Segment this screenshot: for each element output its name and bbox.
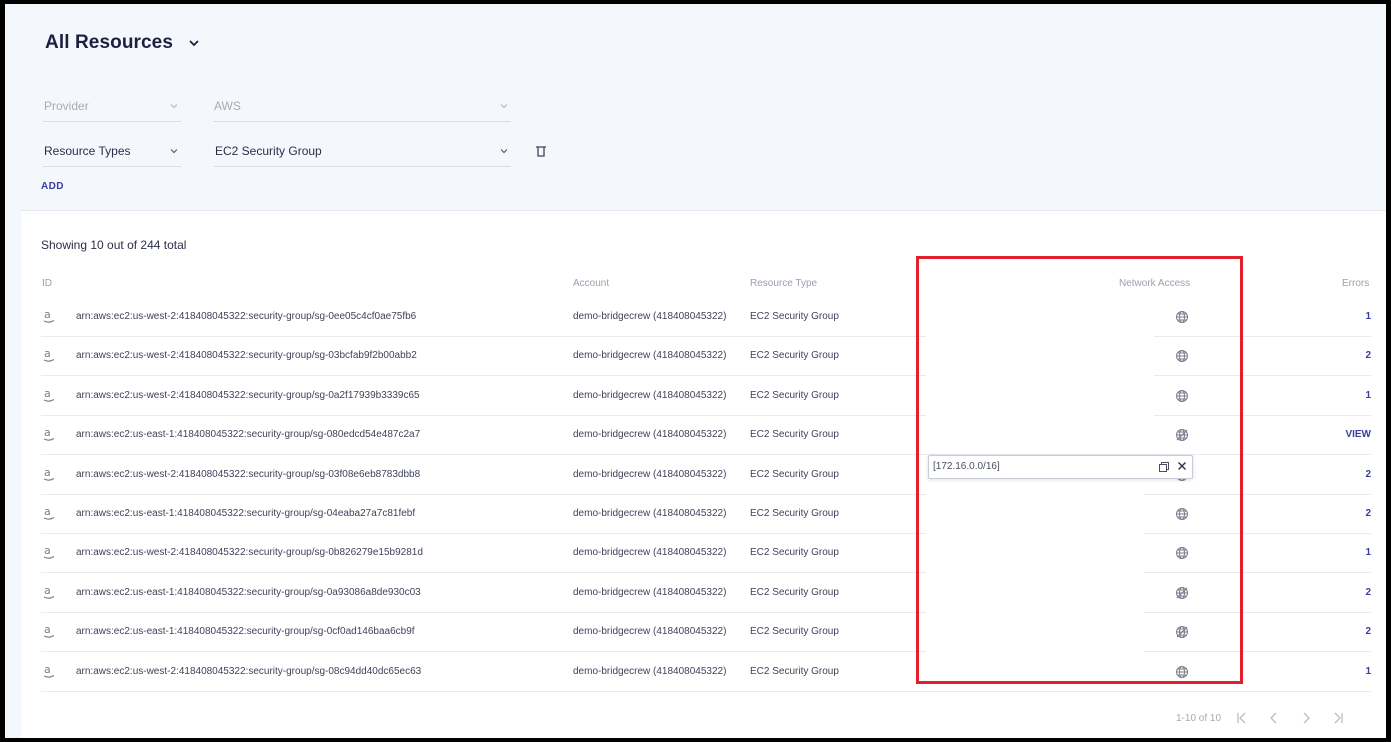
resource-type-cell: EC2 Security Group: [750, 586, 839, 598]
resource-id[interactable]: arn:aws:ec2:us-west-2:418408045322:secur…: [76, 390, 420, 401]
resource-type-value-select[interactable]: EC2 Security Group: [214, 143, 511, 167]
page-title: All Resources: [45, 32, 174, 53]
aws-logo-icon: a: [43, 308, 55, 323]
resource-type-cell: EC2 Security Group: [750, 311, 839, 322]
account-cell: demo-bridgecrew (418408045322): [573, 468, 727, 480]
account-cell: demo-bridgecrew (418408045322): [573, 508, 727, 519]
column-header-resource-type[interactable]: Resource Type: [750, 278, 817, 289]
svg-text:a: a: [44, 505, 51, 518]
chevron-down-icon: [500, 149, 508, 154]
first-page-icon[interactable]: [1235, 711, 1249, 725]
svg-text:a: a: [44, 663, 51, 676]
account-cell: demo-bridgecrew (418408045322): [573, 429, 727, 441]
resource-type-cell: EC2 Security Group: [750, 389, 839, 401]
trash-icon[interactable]: [534, 144, 548, 158]
resource-type-value: EC2 Security Group: [215, 144, 322, 158]
resource-types-select[interactable]: Resource Types: [43, 143, 181, 167]
results-count: Showing 10 out of 244 total: [41, 238, 187, 252]
svg-text:a: a: [44, 466, 51, 479]
last-page-icon[interactable]: [1331, 711, 1345, 725]
errors-count[interactable]: 1: [1365, 547, 1371, 558]
errors-count[interactable]: 1: [1365, 390, 1371, 401]
resource-type-cell: EC2 Security Group: [750, 626, 839, 638]
svg-text:a: a: [44, 387, 51, 400]
errors-count[interactable]: 1: [1365, 666, 1371, 677]
aws-logo-icon: a: [43, 663, 55, 678]
svg-text:a: a: [44, 544, 51, 557]
resource-id[interactable]: arn:aws:ec2:us-east-1:418408045322:secur…: [76, 508, 415, 519]
aws-logo-icon: a: [43, 623, 55, 638]
account-cell: demo-bridgecrew (418408045322): [573, 665, 727, 677]
resource-type-cell: EC2 Security Group: [750, 468, 839, 480]
previous-page-icon[interactable]: [1267, 711, 1281, 725]
chevron-down-icon[interactable]: [187, 36, 201, 50]
aws-logo-icon: a: [43, 466, 55, 481]
provider-select[interactable]: Provider: [43, 98, 181, 122]
resource-types-label: Resource Types: [44, 144, 131, 158]
resource-type-cell: EC2 Security Group: [750, 429, 839, 441]
resource-id[interactable]: arn:aws:ec2:us-west-2:418408045322:secur…: [76, 547, 423, 558]
errors-count[interactable]: 2: [1365, 626, 1371, 637]
chevron-down-icon: [170, 104, 178, 109]
pagination: 1-10 of 10: [1176, 711, 1363, 725]
column-header-id[interactable]: ID: [42, 278, 52, 289]
resource-type-cell: EC2 Security Group: [750, 508, 839, 519]
page-header: All Resources: [45, 32, 201, 54]
aws-logo-icon: a: [43, 544, 55, 560]
resource-type-cell: EC2 Security Group: [750, 665, 839, 677]
resource-id[interactable]: arn:aws:ec2:us-east-1:418408045322:secur…: [76, 429, 420, 440]
network-access-highlight-box: [916, 256, 1243, 684]
resource-id[interactable]: arn:aws:ec2:us-east-1:418408045322:secur…: [76, 587, 421, 598]
provider-label: Provider: [44, 99, 89, 113]
account-cell: demo-bridgecrew (418408045322): [573, 311, 727, 322]
account-cell: demo-bridgecrew (418408045322): [573, 350, 727, 362]
errors-count[interactable]: 2: [1365, 469, 1371, 480]
provider-value-select[interactable]: AWS: [213, 98, 511, 122]
svg-text:a: a: [44, 426, 51, 439]
errors-count[interactable]: 2: [1365, 587, 1371, 598]
svg-text:a: a: [44, 347, 51, 360]
account-cell: demo-bridgecrew (418408045322): [573, 626, 727, 638]
account-cell: demo-bridgecrew (418408045322): [573, 547, 727, 559]
aws-logo-icon: a: [43, 426, 55, 441]
aws-logo-icon: a: [43, 387, 55, 402]
next-page-icon[interactable]: [1299, 711, 1313, 725]
column-header-account[interactable]: Account: [573, 278, 609, 289]
pagination-text: 1-10 of 10: [1176, 712, 1222, 724]
provider-value: AWS: [214, 99, 241, 113]
view-errors-link[interactable]: VIEW: [1345, 429, 1371, 440]
add-filter-button[interactable]: ADD: [41, 181, 64, 192]
resource-id[interactable]: arn:aws:ec2:us-east-1:418408045322:secur…: [76, 626, 415, 637]
resource-id[interactable]: arn:aws:ec2:us-west-2:418408045322:secur…: [76, 350, 417, 361]
resource-type-cell: EC2 Security Group: [750, 547, 839, 559]
resource-type-cell: EC2 Security Group: [750, 350, 839, 362]
column-header-errors[interactable]: Errors: [1342, 278, 1369, 289]
resource-type-filter-row: Resource Types EC2 Security Group: [43, 143, 511, 167]
svg-text:a: a: [44, 584, 51, 597]
app-frame: All Resources Provider AWS Resource Type…: [5, 4, 1386, 738]
aws-logo-icon: a: [43, 347, 55, 363]
account-cell: demo-bridgecrew (418408045322): [573, 586, 727, 598]
aws-logo-icon: a: [43, 584, 55, 599]
resource-id[interactable]: arn:aws:ec2:us-west-2:418408045322:secur…: [76, 666, 421, 677]
svg-text:a: a: [44, 623, 51, 636]
svg-text:a: a: [44, 308, 51, 321]
chevron-down-icon: [500, 104, 508, 109]
resource-id[interactable]: arn:aws:ec2:us-west-2:418408045322:secur…: [76, 469, 420, 480]
errors-count[interactable]: 2: [1365, 350, 1371, 361]
provider-filter-row: Provider AWS: [43, 98, 511, 122]
errors-count[interactable]: 1: [1365, 311, 1371, 322]
account-cell: demo-bridgecrew (418408045322): [573, 389, 727, 401]
resource-id[interactable]: arn:aws:ec2:us-west-2:418408045322:secur…: [76, 311, 416, 322]
chevron-down-icon: [170, 149, 178, 154]
errors-count[interactable]: 2: [1365, 508, 1371, 519]
aws-logo-icon: a: [43, 505, 55, 520]
